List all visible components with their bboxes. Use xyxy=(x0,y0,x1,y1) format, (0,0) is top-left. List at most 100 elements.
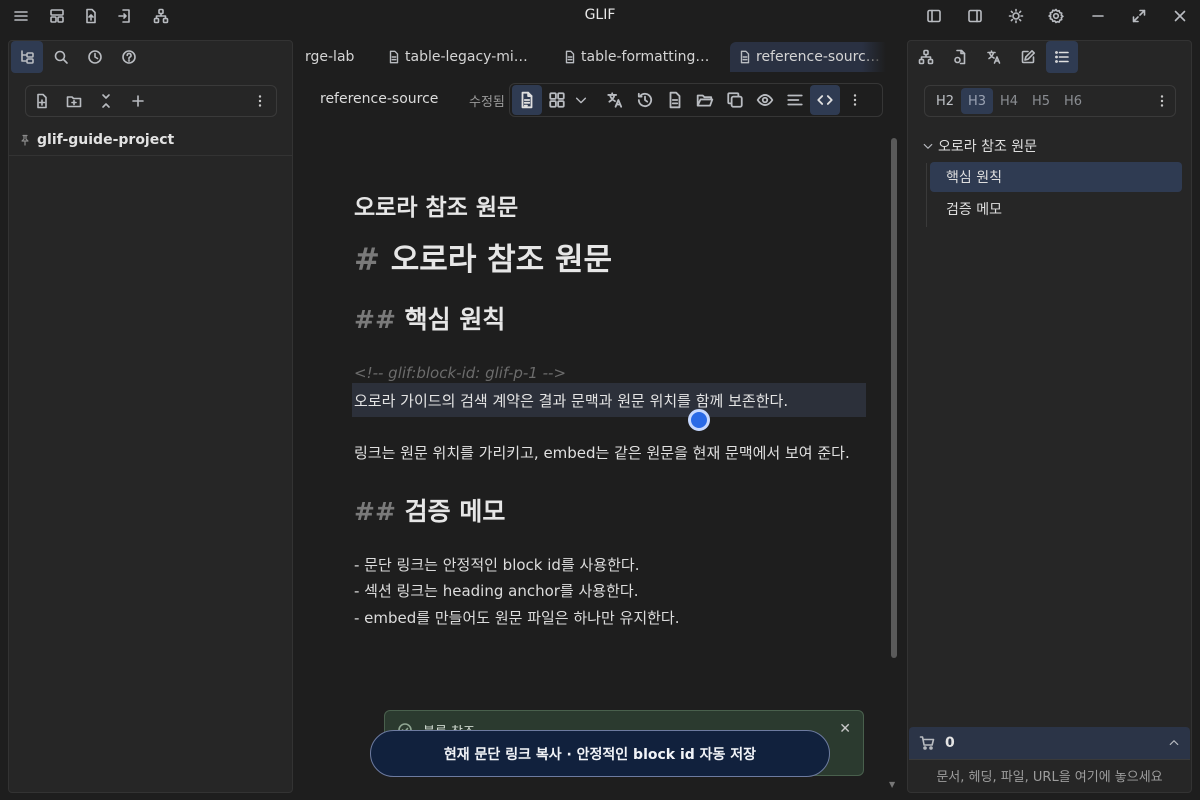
heading-text: 오로라 참조 원문 xyxy=(390,242,613,278)
heading-marker: ## xyxy=(354,305,396,334)
block-id-comment[interactable]: <!-- glif:block-id: glif-p-1 --> xyxy=(354,364,866,382)
tab-table-formatting[interactable]: table-formatting… xyxy=(555,42,717,72)
file-link-icon[interactable] xyxy=(944,41,976,73)
outline-item-label: 검증 메모 xyxy=(946,202,1002,218)
heading-level-h3[interactable]: H3 xyxy=(961,88,993,114)
scroll-down-arrow[interactable]: ▼ xyxy=(889,780,895,789)
cart-icon xyxy=(919,735,935,751)
folder-open-icon[interactable] xyxy=(690,85,720,115)
view-title[interactable]: reference-source xyxy=(320,91,438,107)
left-sidebar: glif-guide-project xyxy=(8,40,293,793)
outline-item[interactable]: 핵심 원칙 xyxy=(930,162,1182,192)
outline-icon[interactable] xyxy=(1046,41,1078,73)
copy-icon[interactable] xyxy=(720,85,750,115)
grid-icon[interactable] xyxy=(542,85,572,115)
inline-title[interactable]: 오로라 참조 원문 xyxy=(354,188,866,222)
heading-2-verify[interactable]: ## 검증 메모 xyxy=(354,492,866,528)
file-icon xyxy=(387,50,401,64)
chevron-down-icon[interactable] xyxy=(572,85,590,115)
paragraph[interactable]: 링크는 원문 위치를 가리키고, embed는 같은 원문을 현재 문맥에서 보… xyxy=(354,442,866,463)
eye-icon[interactable] xyxy=(750,85,780,115)
editor[interactable]: 오로라 참조 원문 # 오로라 참조 원문 ## 핵심 원칙 <!-- glif… xyxy=(297,130,902,792)
outline-root[interactable]: 오로라 참조 원문 xyxy=(922,136,1037,156)
menu-icon[interactable] xyxy=(11,6,31,26)
heading-marker: # xyxy=(354,242,380,278)
left-sidebar-tabs xyxy=(9,41,145,75)
view-toolbar xyxy=(509,83,883,117)
outline-item[interactable]: 검증 메모 xyxy=(930,194,1182,224)
tab-table-legacy[interactable]: table-legacy-mi… xyxy=(379,42,536,72)
document-icon[interactable] xyxy=(512,85,542,115)
tab-bar: rge-lab table-legacy-mi… table-formattin… xyxy=(297,40,902,74)
tab-overflow-fade xyxy=(862,40,902,74)
history-icon[interactable] xyxy=(630,85,660,115)
toast-message: 현재 문단 링크 복사 · 안정적인 block id 자동 저장 xyxy=(370,730,830,777)
file-icon[interactable] xyxy=(660,85,690,115)
tab-label: rge-lab xyxy=(305,49,355,65)
code-icon[interactable] xyxy=(810,85,840,115)
outline-root-label: 오로라 참조 원문 xyxy=(938,139,1038,155)
pin-icon xyxy=(19,134,31,146)
file-icon xyxy=(738,50,752,64)
help-icon[interactable] xyxy=(113,41,145,73)
heading-level-h2[interactable]: H2 xyxy=(929,88,961,114)
gear-icon[interactable] xyxy=(1046,6,1066,26)
file-tree-icon[interactable] xyxy=(11,41,43,73)
maximize-icon[interactable] xyxy=(1129,6,1149,26)
more-icon[interactable] xyxy=(840,85,870,115)
cart-count: 0 xyxy=(945,735,955,751)
more-icon[interactable] xyxy=(1149,88,1175,114)
tab-label: table-formatting… xyxy=(581,49,710,65)
heading-level-h5[interactable]: H5 xyxy=(1025,88,1057,114)
right-sidebar-icon[interactable] xyxy=(965,6,985,26)
new-note-icon[interactable] xyxy=(26,86,58,116)
file-import-icon[interactable] xyxy=(115,6,135,26)
collapse-all-icon[interactable] xyxy=(90,86,122,116)
heading-1[interactable]: # 오로라 참조 원문 xyxy=(354,234,866,279)
translate-icon[interactable] xyxy=(600,85,630,115)
paragraph-selected[interactable]: 오로라 가이드의 검색 계약은 결과 문맥과 원문 위치를 함께 보존한다. xyxy=(352,383,866,417)
heading-2-core[interactable]: ## 핵심 원칙 xyxy=(354,300,866,336)
search-icon[interactable] xyxy=(45,41,77,73)
list-item[interactable]: - embed를 만들어도 원문 파일은 하나만 유지한다. xyxy=(354,607,866,628)
history-icon[interactable] xyxy=(79,41,111,73)
list-item[interactable]: - 섹션 링크는 heading anchor를 사용한다. xyxy=(354,580,866,601)
scrollbar[interactable] xyxy=(891,138,897,658)
outline-guide-line xyxy=(926,163,927,227)
view-header: reference-source 수정됨 xyxy=(297,80,902,120)
mouse-cursor-indicator xyxy=(688,409,710,431)
chevron-down-icon xyxy=(922,140,934,152)
tab-label: table-legacy-mi… xyxy=(405,49,528,65)
left-sidebar-icon[interactable] xyxy=(924,6,944,26)
minimize-icon[interactable] xyxy=(1088,6,1108,26)
close-icon[interactable]: ✕ xyxy=(839,721,851,737)
more-icon[interactable] xyxy=(244,86,276,116)
vault-name: glif-guide-project xyxy=(37,132,175,148)
translate-icon[interactable] xyxy=(978,41,1010,73)
sun-icon[interactable] xyxy=(1006,6,1026,26)
graph-icon[interactable] xyxy=(910,41,942,73)
vault-root[interactable]: glif-guide-project xyxy=(19,129,174,151)
add-icon[interactable] xyxy=(122,86,154,116)
file-icon xyxy=(563,50,577,64)
graph-icon[interactable] xyxy=(151,6,171,26)
heading-text: 검증 메모 xyxy=(404,497,506,526)
file-tree-toolbar xyxy=(25,85,277,117)
cart-bucket[interactable]: 0 xyxy=(909,727,1190,759)
layout-icon[interactable] xyxy=(47,6,67,26)
list-item[interactable]: - 문단 링크는 안정적인 block id를 사용한다. xyxy=(354,554,866,575)
title-bar: GLIF xyxy=(0,0,1200,32)
file-export-icon[interactable] xyxy=(81,6,101,26)
close-icon[interactable] xyxy=(1170,6,1190,26)
drop-zone[interactable]: 문서, 헤딩, 파일, URL을 여기에 놓으세요 xyxy=(909,759,1190,791)
heading-text: 핵심 원칙 xyxy=(404,305,506,334)
new-folder-icon[interactable] xyxy=(58,86,90,116)
chevron-up-icon[interactable] xyxy=(1168,737,1180,749)
align-icon[interactable] xyxy=(780,85,810,115)
tab-rge-lab[interactable]: rge-lab xyxy=(297,42,362,72)
right-sidebar: H2 H3 H4 H5 H6 오로라 참조 원문 핵심 원칙 검증 메모 0 문… xyxy=(907,40,1192,793)
heading-level-h6[interactable]: H6 xyxy=(1057,88,1089,114)
divider xyxy=(9,155,292,156)
edit-icon[interactable] xyxy=(1012,41,1044,73)
heading-level-h4[interactable]: H4 xyxy=(993,88,1025,114)
